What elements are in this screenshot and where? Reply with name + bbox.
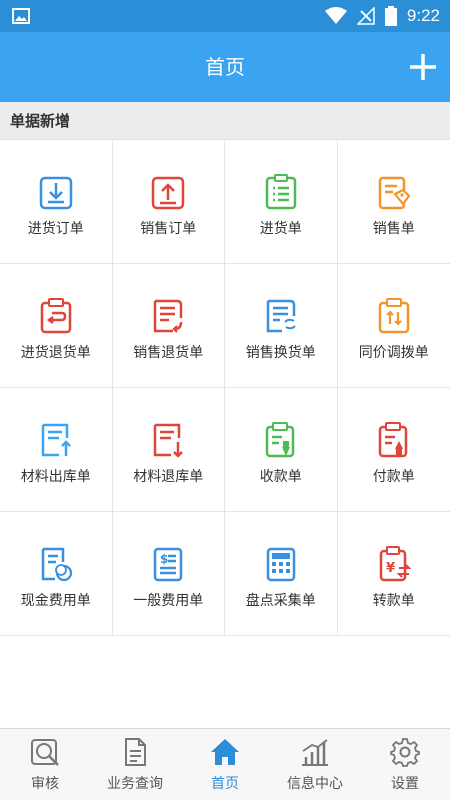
tab-label: 首页	[211, 776, 239, 792]
bottom-tab-bar: 审核 业务查询 首页 信息中心 设置	[0, 728, 450, 800]
cash-expense-icon	[41, 547, 72, 582]
purchase-checklist-icon	[265, 174, 296, 210]
tab-label: 审核	[31, 776, 59, 792]
sales-order-icon	[152, 176, 185, 210]
grid-item-label: 进货订单	[27, 221, 84, 237]
grid-item-payment[interactable]: 付款单	[337, 388, 450, 512]
grid-item-label: 材料出库单	[20, 469, 91, 485]
grid-item-label: 进货退货单	[20, 345, 91, 361]
grid-item-label: 材料退库单	[133, 469, 204, 485]
grid-item-cash-expense[interactable]: 现金费用单	[0, 512, 113, 636]
svg-text:¥: ¥	[386, 561, 395, 576]
grid-item-sales-order[interactable]: 销售订单	[112, 140, 225, 264]
grid-item-material-out[interactable]: 材料出库单	[0, 388, 113, 512]
grid-item-purchase[interactable]: 进货单	[225, 140, 338, 264]
status-bar: 9:22	[0, 0, 450, 32]
receipt-icon	[265, 422, 294, 458]
sales-return-icon	[154, 299, 183, 333]
add-icon[interactable]	[408, 52, 438, 82]
grid-item-receipt[interactable]: 收款单	[225, 388, 338, 512]
page-title: 首页	[205, 55, 245, 79]
document-query-icon	[125, 738, 146, 766]
material-return-icon	[154, 423, 184, 458]
transfer-funds-icon: ¥	[379, 546, 411, 582]
grid-item-label: 销售单	[372, 221, 415, 237]
grid-item-label: 一般费用单	[133, 593, 204, 609]
payment-icon	[378, 422, 407, 458]
tab-label: 设置	[391, 776, 419, 792]
image-notification-icon	[12, 8, 30, 24]
svg-text:$: $	[160, 552, 168, 566]
grid-item-label: 销售退货单	[133, 345, 204, 361]
grid-item-label: 现金费用单	[20, 593, 91, 609]
grid-item-label: 销售订单	[140, 221, 197, 237]
grid-item-purchase-return[interactable]: 进货退货单	[0, 264, 113, 388]
chart-icon	[302, 739, 328, 766]
grid-item-label: 付款单	[372, 469, 415, 485]
review-magnifier-icon	[31, 739, 59, 766]
grid-item-fund-transfer[interactable]: ¥ 转款单	[337, 512, 450, 636]
grid-item-label: 转款单	[372, 593, 415, 609]
sales-tag-icon	[378, 176, 411, 210]
general-expense-icon: $	[154, 547, 183, 582]
document-grid: 进货订单 销售订单 进货单 销售单 进货退货单 销售退货单 销售换货单 同价调拨…	[0, 140, 450, 636]
grid-item-label: 盘点采集单	[245, 593, 316, 609]
grid-item-label: 进货单	[259, 221, 302, 237]
section-title: 单据新增	[10, 112, 71, 130]
tab-label: 信息中心	[287, 776, 343, 792]
purchase-order-icon	[39, 176, 72, 210]
grid-item-general-expense[interactable]: $ 一般费用单	[112, 512, 225, 636]
grid-item-label: 销售换货单	[245, 345, 316, 361]
grid-item-sales-return[interactable]: 销售退货单	[112, 264, 225, 388]
material-out-icon	[41, 423, 71, 457]
grid-item-label: 收款单	[259, 469, 302, 485]
gear-icon	[390, 738, 420, 767]
grid-item-material-return[interactable]: 材料退库单	[112, 388, 225, 512]
grid-item-purchase-order[interactable]: 进货订单	[0, 140, 113, 264]
battery-icon	[384, 6, 397, 26]
tab-review[interactable]: 审核	[0, 729, 90, 800]
sales-exchange-icon	[266, 299, 296, 333]
tab-info-center[interactable]: 信息中心	[270, 729, 360, 800]
section-header: 单据新增	[0, 102, 450, 140]
calculator-icon	[266, 547, 295, 582]
tab-label: 业务查询	[107, 776, 163, 792]
wifi-icon	[324, 7, 347, 24]
purchase-return-icon	[40, 298, 71, 334]
tab-settings[interactable]: 设置	[360, 729, 450, 800]
tab-home[interactable]: 首页	[180, 729, 270, 800]
app-bar: 首页	[0, 32, 450, 102]
tab-business-query[interactable]: 业务查询	[90, 729, 180, 800]
no-signal-icon	[356, 7, 375, 25]
grid-item-label: 同价调拨单	[358, 345, 429, 361]
transfer-icon	[378, 298, 409, 334]
grid-item-stocktake[interactable]: 盘点采集单	[225, 512, 338, 636]
grid-item-sales-exchange[interactable]: 销售换货单	[225, 264, 338, 388]
clock: 9:22	[406, 6, 440, 25]
home-icon	[211, 739, 239, 765]
grid-item-transfer[interactable]: 同价调拨单	[337, 264, 450, 388]
grid-item-sales[interactable]: 销售单	[337, 140, 450, 264]
